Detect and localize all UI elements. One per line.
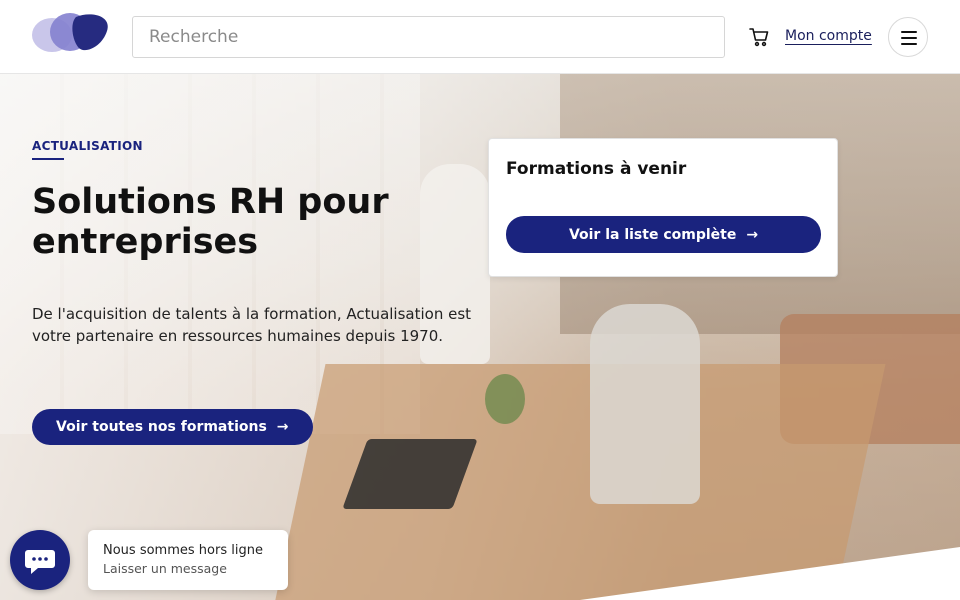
logo-icon[interactable] xyxy=(32,13,110,53)
hero-section: ACTUALISATION Solutions RH pour entrepri… xyxy=(0,74,960,600)
hero-eyebrow: ACTUALISATION xyxy=(32,139,143,153)
chat-offline-card[interactable]: Nous sommes hors ligne Laisser un messag… xyxy=(88,530,288,590)
chat-status: Nous sommes hors ligne xyxy=(103,543,263,558)
arrow-right-icon: → xyxy=(746,226,759,243)
menu-button[interactable] xyxy=(888,17,928,57)
hero-title: Solutions RH pour entreprises xyxy=(32,182,389,262)
upcoming-trainings-card: Formations à venir Voir la liste complèt… xyxy=(488,138,838,277)
menu-icon xyxy=(901,31,917,33)
full-list-label: Voir la liste complète xyxy=(568,226,737,243)
cart-icon[interactable] xyxy=(748,26,770,48)
search-input[interactable] xyxy=(133,17,724,57)
all-trainings-button[interactable]: Voir toutes nos formations → xyxy=(32,409,313,445)
site-header: Mon compte xyxy=(0,0,960,74)
chat-subtitle: Laisser un message xyxy=(103,561,227,576)
all-trainings-label: Voir toutes nos formations xyxy=(56,419,267,435)
chat-icon xyxy=(25,550,55,574)
full-list-button[interactable]: Voir la liste complète → xyxy=(506,216,821,253)
eyebrow-underline xyxy=(32,158,64,160)
chat-launcher-button[interactable] xyxy=(10,530,70,590)
arrow-right-icon: → xyxy=(276,419,289,435)
account-link[interactable]: Mon compte xyxy=(785,28,872,44)
upcoming-trainings-title: Formations à venir xyxy=(506,159,687,179)
hero-lead: De l'acquisition de talents à la formati… xyxy=(32,305,472,345)
search-box xyxy=(132,16,725,58)
